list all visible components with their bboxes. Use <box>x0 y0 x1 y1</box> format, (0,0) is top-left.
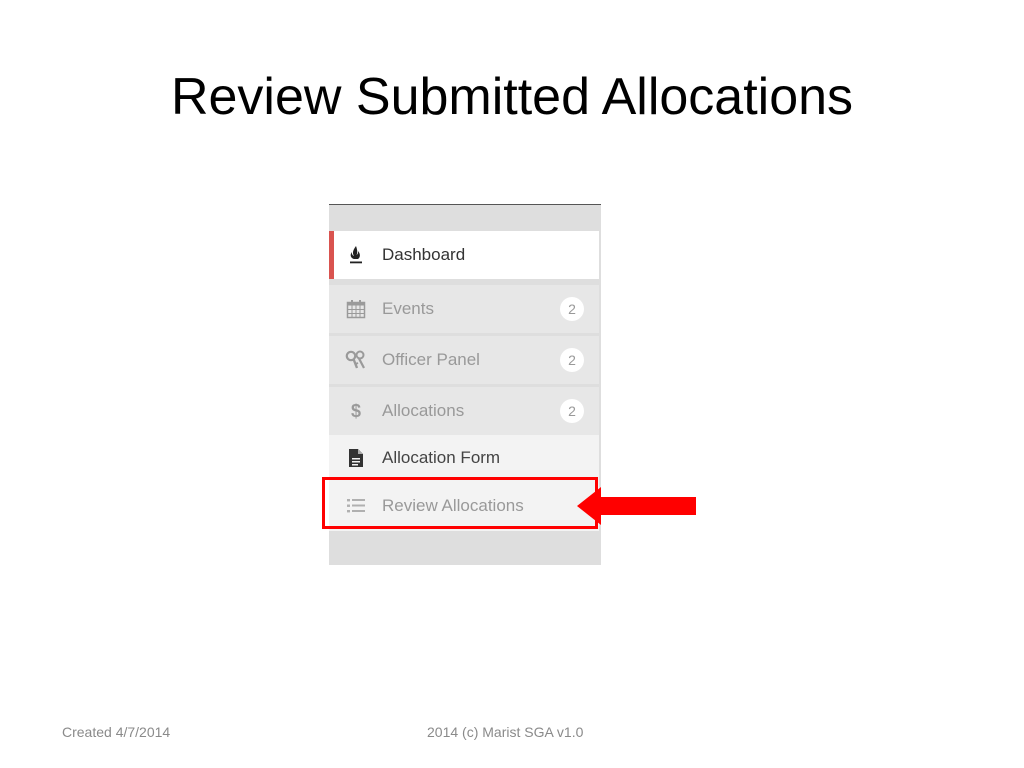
footer-created-date: Created 4/7/2014 <box>62 724 171 740</box>
calendar-icon <box>343 299 369 319</box>
events-count-badge: 2 <box>560 297 584 321</box>
dollar-icon: $ <box>343 400 369 422</box>
file-icon <box>343 448 369 468</box>
slide-title: Review Submitted Allocations <box>170 68 854 126</box>
allocations-count-badge: 2 <box>560 399 584 423</box>
sidebar-subitem-allocation-form[interactable]: Allocation Form <box>329 435 599 481</box>
sidebar-item-officer-panel[interactable]: Officer Panel 2 <box>329 336 599 384</box>
pointer-arrow-icon <box>577 487 696 525</box>
sidebar-item-label: Allocations <box>382 401 465 420</box>
highlight-box <box>322 477 598 529</box>
officer-panel-count-badge: 2 <box>560 348 584 372</box>
sidebar-item-label: Officer Panel <box>382 350 480 369</box>
fire-icon <box>343 245 369 265</box>
sidebar-item-label: Dashboard <box>382 245 466 264</box>
footer-copyright: 2014 (c) Marist SGA v1.0 <box>427 724 584 740</box>
svg-text:$: $ <box>351 401 361 421</box>
sidebar-item-events[interactable]: Events 2 <box>329 285 599 333</box>
sidebar-item-allocations[interactable]: $ Allocations 2 <box>329 387 599 435</box>
sidebar-item-dashboard[interactable]: Dashboard <box>329 231 599 279</box>
sidebar-item-label: Events <box>382 299 434 318</box>
keys-icon <box>343 350 369 370</box>
sidebar-item-label: Allocation Form <box>382 448 501 467</box>
